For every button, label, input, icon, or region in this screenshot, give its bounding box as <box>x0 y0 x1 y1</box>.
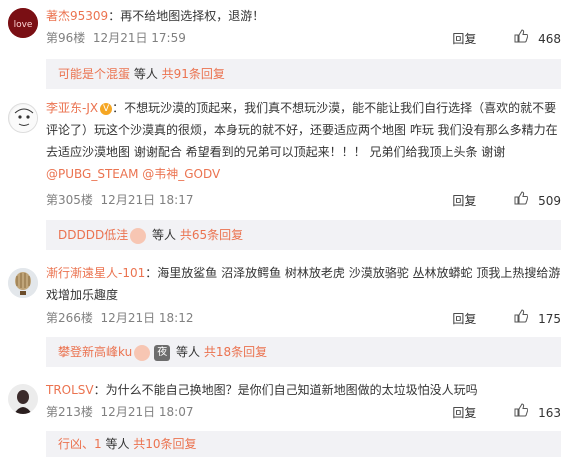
floor-number: 第266楼 <box>46 311 93 325</box>
comment-content: ：为什么不能自己换地图？是你们自己知道新地图做的太垃圾怕没人玩吗 <box>93 383 478 397</box>
sub-reply-count-link[interactable]: 共10条回复 <box>133 437 196 451</box>
sub-reply-mid: 等人 <box>130 67 162 81</box>
svg-text:love: love <box>14 20 33 30</box>
comment-content: ：再不给地图选择权，退游！ <box>108 9 265 23</box>
like-count: 163 <box>538 405 561 420</box>
comment-meta: 第305楼 12月21日 18:17 回复 509 <box>46 189 561 211</box>
comment-meta: 第266楼 12月21日 18:12 回复 175 <box>46 307 561 329</box>
like-icon[interactable] <box>514 28 529 50</box>
night-badge-icon: 夜 <box>154 344 171 361</box>
sub-reply-mid: 等人 <box>101 437 134 451</box>
avatar[interactable] <box>8 268 38 298</box>
reply-button[interactable]: 回复 <box>452 308 476 330</box>
sub-replies-bar[interactable]: DDDDD低洼 等人 共65条回复 <box>46 220 561 250</box>
like-icon[interactable] <box>514 308 529 330</box>
timestamp: 12月21日 18:17 <box>100 193 194 207</box>
sub-reply-names[interactable]: 攀登新高峰ku <box>58 345 132 359</box>
like-count: 468 <box>538 31 561 46</box>
username-link[interactable]: 著杰95309 <box>46 9 108 23</box>
comment-text: 著杰95309：再不给地图选择权，退游！ <box>46 5 561 27</box>
timestamp: 12月21日 18:07 <box>100 405 194 419</box>
comment-text: 李亚东-JX V ：不想玩沙漠的顶起来，我们真不想玩沙漠，能不能让我们自行选择（喜欢… <box>46 97 561 185</box>
sub-reply-names[interactable]: DDDDD低洼 <box>58 228 128 242</box>
floor-number: 第213楼 <box>46 405 93 419</box>
sub-reply-names[interactable]: 行凶、1 <box>58 437 102 451</box>
sub-replies-bar[interactable]: 行凶、1 等人 共10条回复 <box>46 431 561 457</box>
sub-reply-mid: 等人 <box>172 345 204 359</box>
verified-icon: V <box>100 102 113 115</box>
sub-reply-count-link[interactable]: 共18条回复 <box>204 345 267 359</box>
avatar[interactable] <box>8 103 38 133</box>
timestamp: 12月21日 18:12 <box>100 311 194 325</box>
username-link[interactable]: 漸行漸遠星人-101 <box>46 266 145 280</box>
user-emoji-icon <box>134 344 151 361</box>
username-link[interactable]: 李亚东-JX <box>46 101 98 115</box>
user-emoji-icon <box>130 227 147 244</box>
comment-content: ：不想玩沙漠的顶起来，我们真不想玩沙漠，能不能让我们自行选择（喜欢的就不要评论了… <box>46 101 558 159</box>
sub-reply-count-link[interactable]: 共91条回复 <box>162 67 225 81</box>
mention-links[interactable]: @PUBG_STEAM @韦神_GODV <box>46 167 220 181</box>
like-icon[interactable] <box>514 402 529 424</box>
sub-reply-mid: 等人 <box>148 228 180 242</box>
avatar[interactable] <box>8 384 38 414</box>
reply-button[interactable]: 回复 <box>452 402 476 424</box>
comment-actions: 回复 509 <box>452 189 561 212</box>
floor-number: 第96楼 <box>46 31 86 45</box>
comment-actions: 回复 163 <box>452 401 561 424</box>
like-icon[interactable] <box>514 190 529 212</box>
sub-replies-bar[interactable]: 可能是个混蛋 等人 共91条回复 <box>46 59 561 89</box>
comment-text: TROLSV：为什么不能自己换地图？是你们自己知道新地图做的太垃圾怕没人玩吗 <box>46 379 561 401</box>
comment-text: 漸行漸遠星人-101：海里放鲨鱼 沼泽放鳄鱼 树林放老虎 沙漠放骆驼 丛林放蟒蛇… <box>46 262 561 306</box>
avatar[interactable]: love <box>8 8 38 38</box>
floor-number: 第305楼 <box>46 193 93 207</box>
comment-meta: 第96楼 12月21日 17:59 回复 468 <box>46 27 561 49</box>
reply-button[interactable]: 回复 <box>452 190 476 212</box>
comment-actions: 回复 468 <box>452 27 561 50</box>
username-link[interactable]: TROLSV <box>46 383 94 397</box>
comment-meta: 第213楼 12月21日 18:07 回复 163 <box>46 401 561 423</box>
sub-reply-count-link[interactable]: 共65条回复 <box>180 228 243 242</box>
like-count: 509 <box>538 193 561 208</box>
reply-button[interactable]: 回复 <box>452 28 476 50</box>
comment-actions: 回复 175 <box>452 307 561 330</box>
timestamp: 12月21日 17:59 <box>92 31 186 45</box>
sub-reply-names[interactable]: 可能是个混蛋 <box>58 67 130 81</box>
like-count: 175 <box>538 311 561 326</box>
sub-replies-bar[interactable]: 攀登新高峰ku 夜 等人 共18条回复 <box>46 337 561 367</box>
